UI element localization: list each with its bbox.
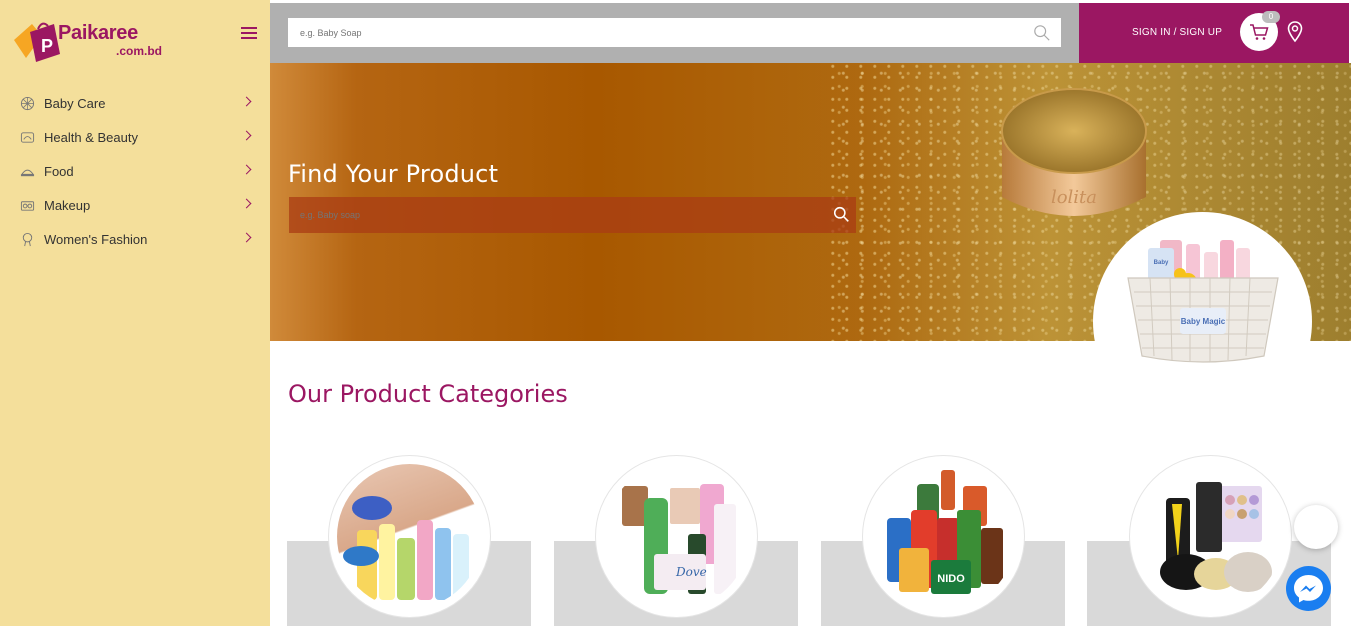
cosmetic-jar-image: lolita: [1001, 88, 1147, 216]
cart-count-badge: 0: [1262, 11, 1280, 23]
chevron-right-icon: [241, 130, 252, 141]
sidebar-item-health-beauty[interactable]: Health & Beauty: [0, 120, 270, 154]
menu-toggle-icon[interactable]: [241, 27, 257, 39]
hero-search-input[interactable]: [289, 197, 856, 233]
category-image-makeup[interactable]: [1129, 455, 1292, 618]
logo-name: Paikaree: [58, 22, 138, 44]
category-image-baby-care[interactable]: [328, 455, 491, 618]
baby-basket-image[interactable]: Baby Baby Magic: [1120, 238, 1286, 366]
sidebar-item-baby-care[interactable]: Baby Care: [0, 86, 270, 120]
baby-care-icon: [19, 95, 35, 111]
logo-letter: P: [41, 36, 53, 56]
section-title: Our Product Categories: [288, 380, 568, 408]
sidebar-item-makeup[interactable]: Makeup: [0, 188, 270, 222]
svg-text:Baby: Baby: [1154, 260, 1169, 266]
location-pin-icon[interactable]: [1287, 21, 1303, 43]
category-image-food[interactable]: NIDO: [862, 455, 1025, 618]
svg-text:NIDO: NIDO: [937, 573, 965, 585]
chevron-right-icon: [241, 96, 252, 107]
chat-widget[interactable]: [1294, 505, 1338, 549]
jar-label: lolita: [1051, 187, 1097, 208]
search-bar-container: [270, 3, 1079, 63]
category-image-health-beauty[interactable]: Dove: [595, 455, 758, 618]
shopping-bag-logo-icon: P: [14, 22, 60, 62]
food-icon: [19, 163, 35, 179]
logo-domain: .com.bd: [116, 44, 163, 58]
category-nav: Baby Care Health & Beauty Food Makeup Wo…: [0, 86, 270, 256]
search-icon[interactable]: [1033, 24, 1051, 42]
chevron-right-icon: [241, 198, 252, 209]
svg-text:Dove: Dove: [675, 565, 707, 579]
messenger-icon[interactable]: [1286, 566, 1331, 611]
sidebar-item-food[interactable]: Food: [0, 154, 270, 188]
sidebar-item-label: Health & Beauty: [44, 129, 138, 145]
sidebar-item-label: Food: [44, 163, 74, 179]
makeup-icon: [19, 197, 35, 213]
sidebar-item-womens-fashion[interactable]: Women's Fashion: [0, 222, 270, 256]
sidebar: P Paikaree .com.bd Baby Care Health & Be…: [0, 0, 270, 626]
health-beauty-icon: [19, 129, 35, 145]
search-icon[interactable]: [833, 206, 850, 223]
basket-brand-text: Baby Magic: [1181, 317, 1226, 326]
chevron-right-icon: [241, 164, 252, 175]
cart-button[interactable]: 0: [1240, 11, 1280, 51]
cart-icon: [1250, 24, 1269, 40]
sidebar-item-label: Women's Fashion: [44, 231, 148, 247]
chevron-right-icon: [241, 232, 252, 243]
account-bar: SIGN IN / SIGN UP 0: [1079, 3, 1349, 63]
hero-title: Find Your Product: [288, 160, 499, 188]
sidebar-item-label: Makeup: [44, 197, 91, 213]
signin-link[interactable]: SIGN IN / SIGN UP: [1132, 27, 1222, 38]
fashion-icon: [19, 231, 35, 247]
sidebar-item-label: Baby Care: [44, 95, 106, 111]
logo[interactable]: P Paikaree .com.bd: [12, 14, 172, 66]
search-input[interactable]: [288, 18, 1061, 47]
